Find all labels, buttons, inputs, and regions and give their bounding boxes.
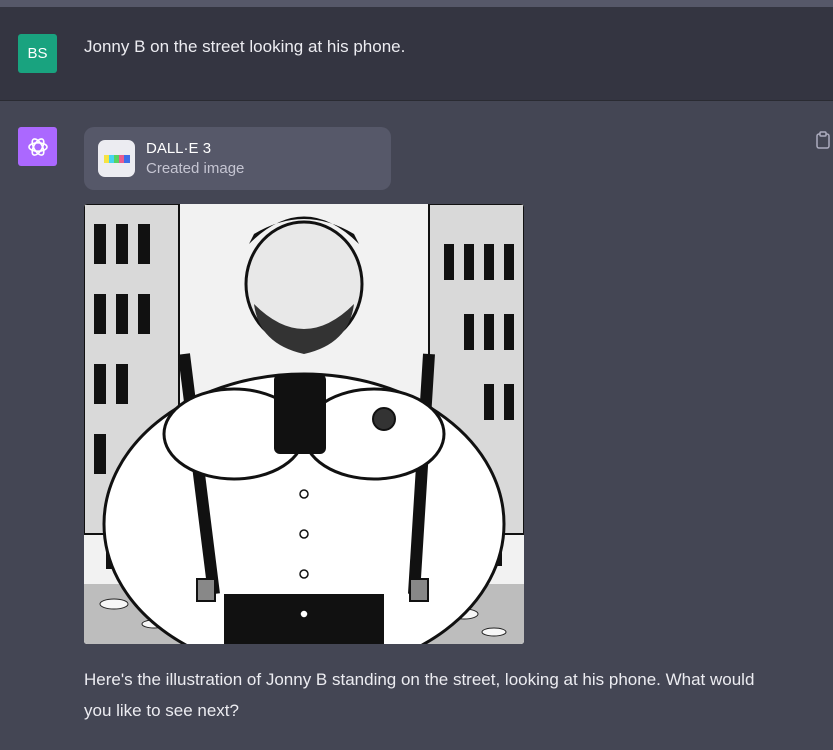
dalle-palette-icon (98, 140, 135, 177)
dalle-tool-card[interactable]: DALL·E 3 Created image (84, 127, 391, 190)
assistant-reply-text: Here's the illustration of Jonny B stand… (84, 670, 755, 720)
clipboard-icon (816, 131, 830, 149)
user-avatar: BS (18, 34, 57, 73)
copy-button[interactable] (815, 131, 833, 151)
assistant-message-row: DALL·E 3 Created image Here's the illust… (0, 101, 833, 750)
openai-logo-icon (27, 137, 48, 156)
user-message-row: BS Jonny B on the street looking at his … (0, 7, 833, 101)
assistant-avatar (18, 127, 57, 166)
tool-title: DALL·E 3 (146, 140, 212, 157)
tool-subtitle: Created image (146, 160, 245, 177)
generated-image[interactable] (84, 204, 524, 644)
user-avatar-initials: BS (27, 45, 48, 62)
user-message-text: Jonny B on the street looking at his pho… (84, 37, 406, 56)
top-edge (0, 0, 833, 7)
